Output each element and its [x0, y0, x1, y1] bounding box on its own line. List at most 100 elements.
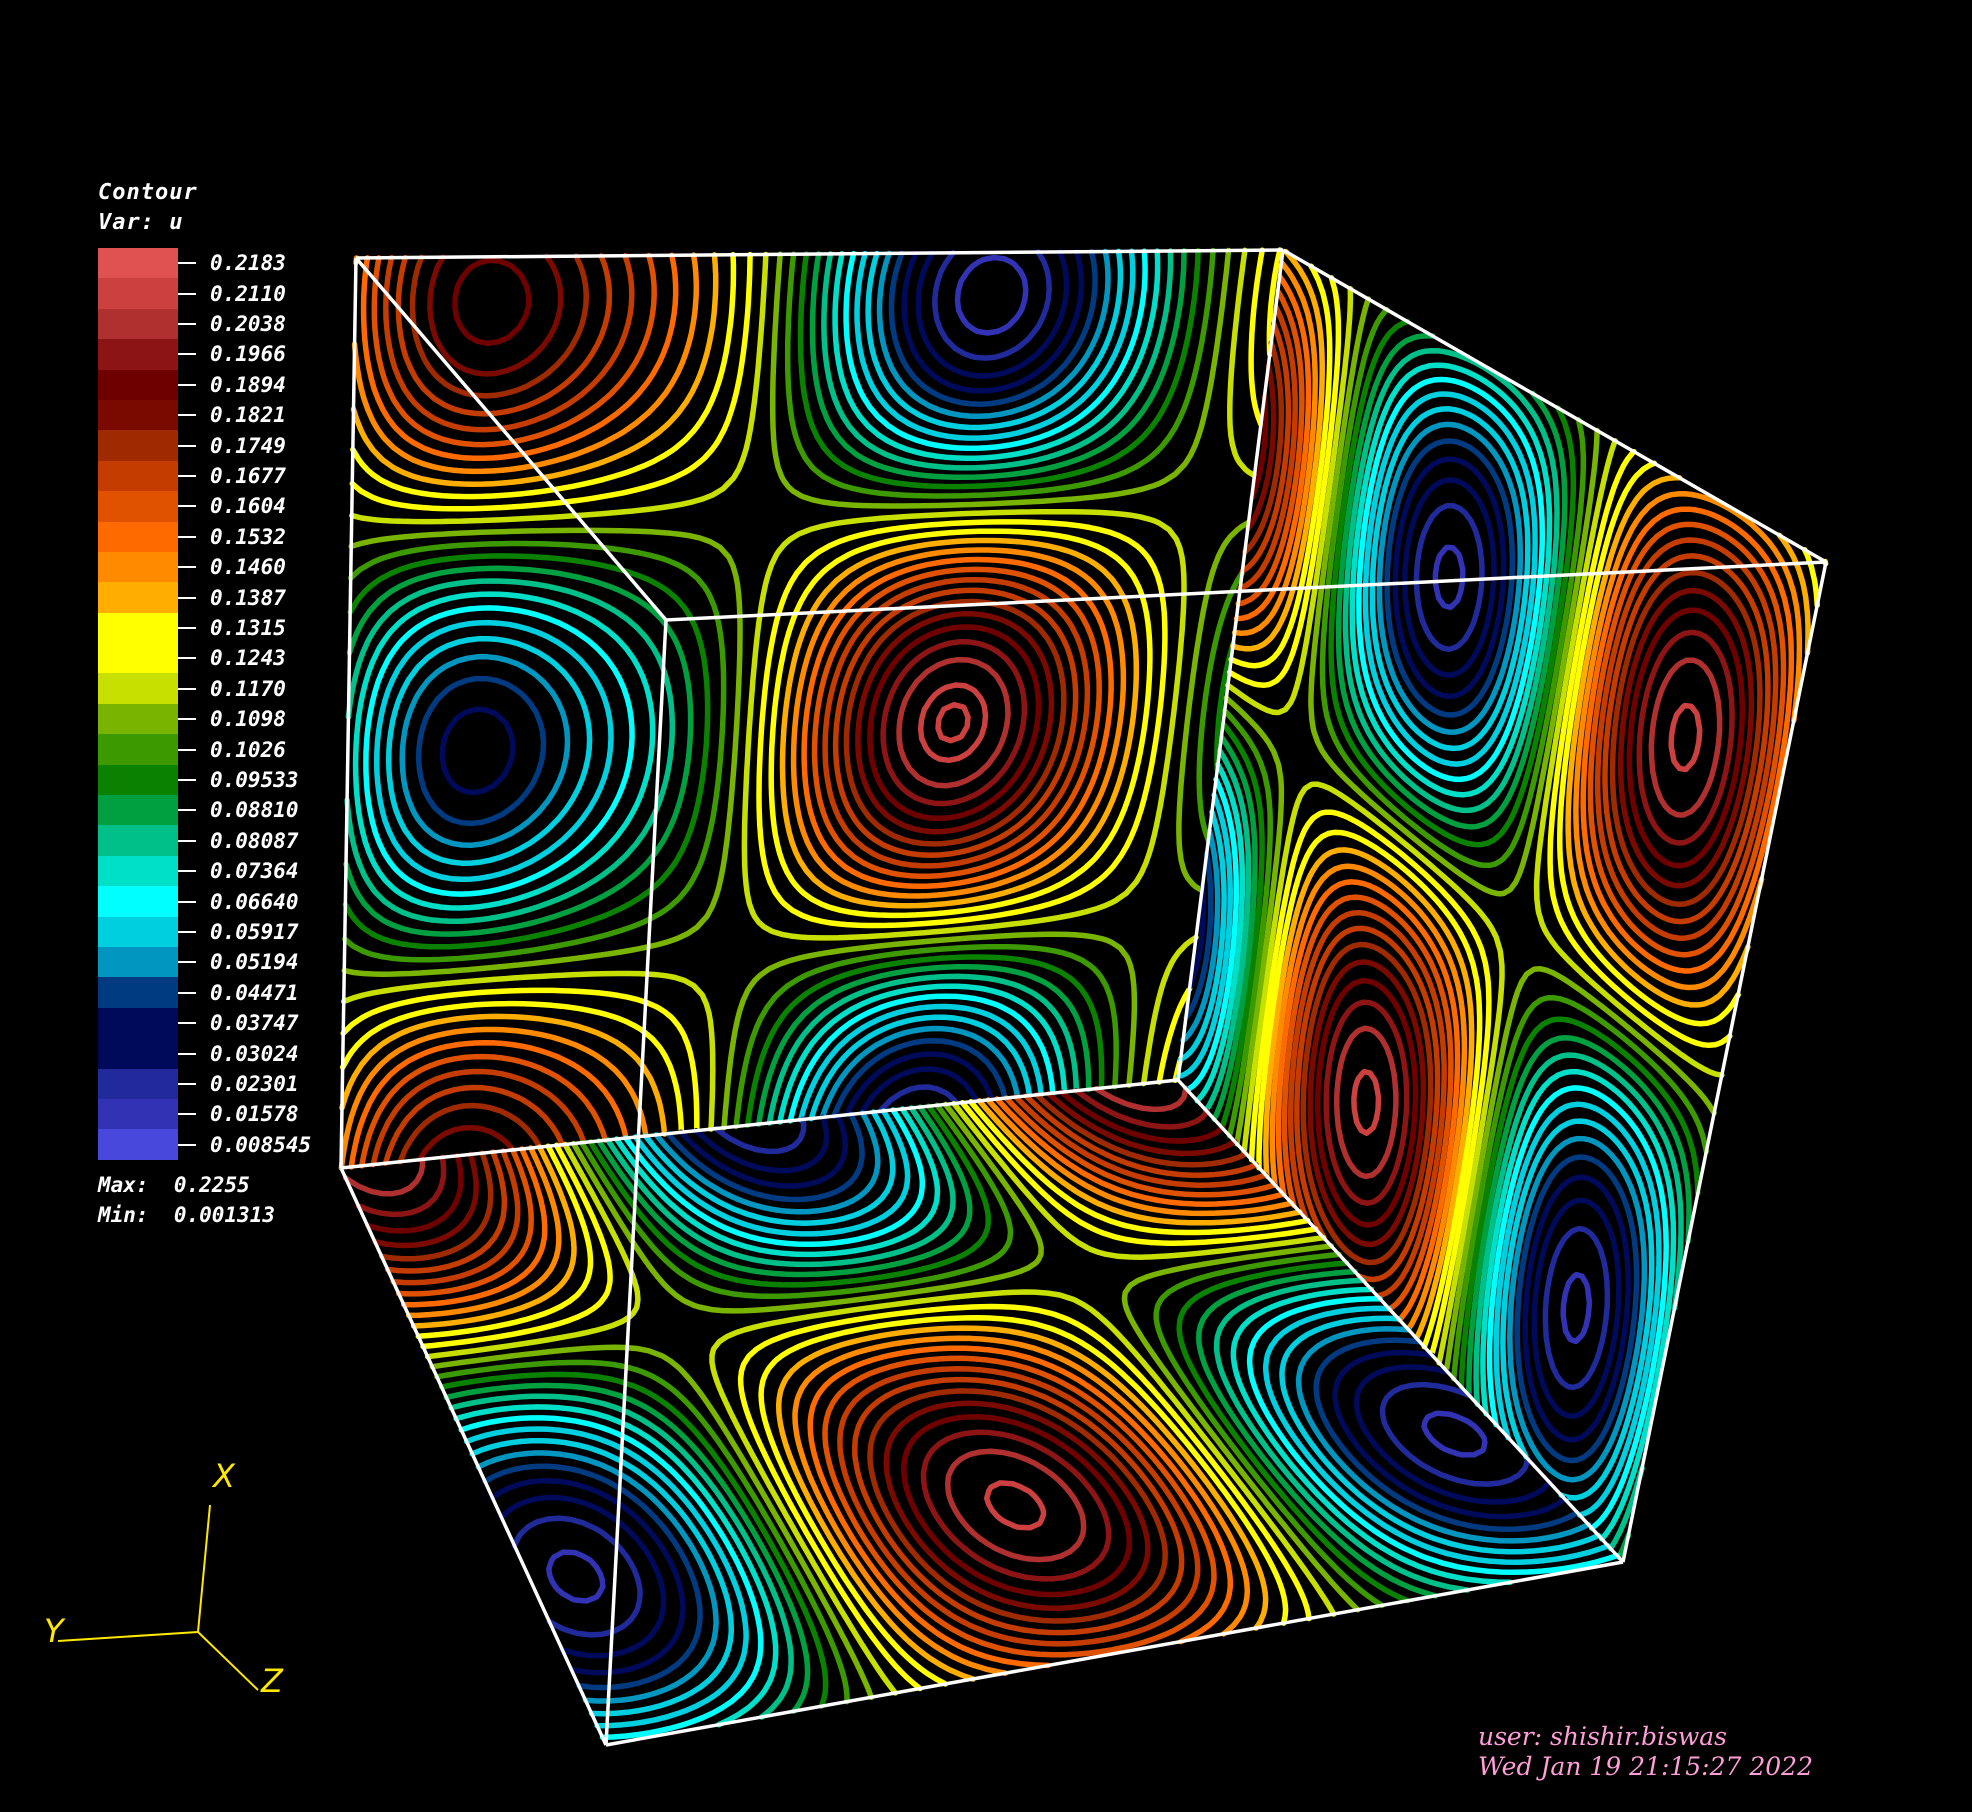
legend-tick: 0.1460 [178, 552, 438, 582]
legend-tick: 0.1604 [178, 491, 438, 521]
legend-tick-label: 0.1749 [210, 433, 286, 458]
legend-tick: 0.008545 [178, 1130, 438, 1160]
legend-swatch [98, 1129, 178, 1160]
legend-tick-mark [178, 626, 196, 629]
contour-line [917, 682, 989, 764]
triad-z-axis [197, 1631, 259, 1691]
legend-tick: 0.02301 [178, 1069, 438, 1099]
legend-tick-label: 0.03747 [210, 1011, 299, 1036]
legend-variable: Var: u [98, 210, 184, 235]
legend-swatch [98, 795, 178, 826]
legend-swatch [98, 430, 178, 461]
legend-swatch [98, 1098, 178, 1130]
triad-x-label: X [211, 1457, 236, 1495]
legend-tick-mark [178, 353, 196, 356]
legend-title: Contour [98, 180, 198, 205]
legend-tick-label: 0.1894 [210, 372, 286, 397]
legend-tick-label: 0.1460 [210, 555, 286, 580]
legend-tick-mark [178, 809, 196, 812]
legend-tick: 0.1387 [178, 582, 438, 612]
legend-tick: 0.1677 [178, 461, 438, 491]
legend-tick-label: 0.2038 [210, 311, 286, 336]
axis-triad: X Y Z [44, 1457, 284, 1700]
legend-tick: 0.1026 [178, 734, 438, 764]
triad-y-label: Y [44, 1612, 66, 1650]
max-label: Max: [98, 1173, 149, 1197]
legend-tick-label: 0.2110 [210, 281, 286, 306]
legend-tick-label: 0.08810 [210, 798, 299, 823]
legend-tick-mark [178, 322, 196, 325]
legend-tick-mark [178, 474, 196, 477]
legend-swatch [98, 1038, 178, 1069]
legend-tick-mark [178, 1143, 196, 1146]
legend-tick-label: 0.1098 [210, 707, 286, 732]
legend-tick-mark [178, 1022, 196, 1025]
legend-tick-mark [178, 718, 196, 721]
legend-swatch [98, 399, 178, 431]
contour-face [1175, 248, 1829, 1561]
legend-swatch [98, 946, 178, 978]
user-name: user: shishir.biswas [1478, 1722, 1728, 1751]
legend-tick-label: 0.05917 [210, 919, 299, 944]
legend-swatch [98, 612, 178, 644]
legend-swatch [98, 855, 178, 887]
legend-tick: 0.08810 [178, 795, 438, 825]
legend-swatch [98, 673, 178, 704]
legend-tick-mark [178, 596, 196, 599]
legend-tick: 0.1749 [178, 430, 438, 460]
triad-z-label: Z [260, 1662, 284, 1700]
legend-tick: 0.1532 [178, 522, 438, 552]
legend-tick: 0.1894 [178, 370, 438, 400]
legend-tick-label: 0.1532 [210, 524, 286, 549]
legend-tick-mark [178, 778, 196, 781]
legend-swatch [98, 339, 178, 370]
legend-tick-label: 0.1026 [210, 737, 286, 762]
legend-tick-label: 0.1170 [210, 676, 286, 701]
legend-tick: 0.05194 [178, 947, 438, 977]
legend-tick-mark [178, 961, 196, 964]
legend-tick-mark [178, 991, 196, 994]
legend-tick-mark [178, 414, 196, 417]
legend-tick-label: 0.2183 [210, 251, 286, 276]
legend-tick-mark [178, 444, 196, 447]
legend-tick-label: 0.1821 [210, 403, 286, 428]
legend-tick: 0.05917 [178, 917, 438, 947]
legend-tick-label: 0.08087 [210, 828, 299, 853]
legend-tick-label: 0.1243 [210, 646, 286, 671]
legend-swatch [98, 308, 178, 340]
legend-tick: 0.01578 [178, 1099, 438, 1129]
contour-legend: Contour Var: u 0.2183 0.2110 0.2038 0.1966 0… [98, 178, 311, 1227]
legend-tick-mark [178, 1052, 196, 1055]
legend-tick: 0.1243 [178, 643, 438, 673]
contour-line [880, 639, 1028, 807]
legend-tick: 0.07364 [178, 856, 438, 886]
legend-swatch [98, 764, 178, 796]
legend-swatch [98, 1007, 178, 1039]
legend-tick: 0.09533 [178, 765, 438, 795]
legend-tick-label: 0.09533 [210, 767, 299, 792]
timestamp: Wed Jan 19 21:15:27 2022 [1478, 1752, 1813, 1781]
legend-tick-mark [178, 930, 196, 933]
legend-tick-mark [178, 870, 196, 873]
max-value: 0.2255 [173, 1173, 250, 1197]
legend-swatch [98, 521, 178, 552]
legend-swatch [98, 369, 178, 400]
legend-tick-label: 0.1387 [210, 585, 286, 610]
legend-tick-mark [178, 535, 196, 538]
legend-tick-label: 0.1966 [210, 342, 286, 367]
legend-tick-mark [178, 505, 196, 508]
legend-swatch [98, 551, 178, 583]
legend-tick: 0.03747 [178, 1008, 438, 1038]
legend-tick-mark [178, 292, 196, 295]
legend-tick: 0.1315 [178, 613, 438, 643]
triad-x-axis [197, 1504, 211, 1633]
min-value: 0.001313 [173, 1203, 276, 1227]
legend-tick: 0.03024 [178, 1038, 438, 1068]
legend-tick: 0.08087 [178, 826, 438, 856]
legend-tick-label: 0.04471 [210, 980, 299, 1005]
legend-tick-mark [178, 383, 196, 386]
contour-line [896, 656, 1011, 789]
legend-extrema: Max: 0.2255 Min: 0.001313 [98, 1170, 275, 1230]
legend-tick-mark [178, 262, 196, 265]
legend-tick-label: 0.02301 [210, 1071, 299, 1096]
